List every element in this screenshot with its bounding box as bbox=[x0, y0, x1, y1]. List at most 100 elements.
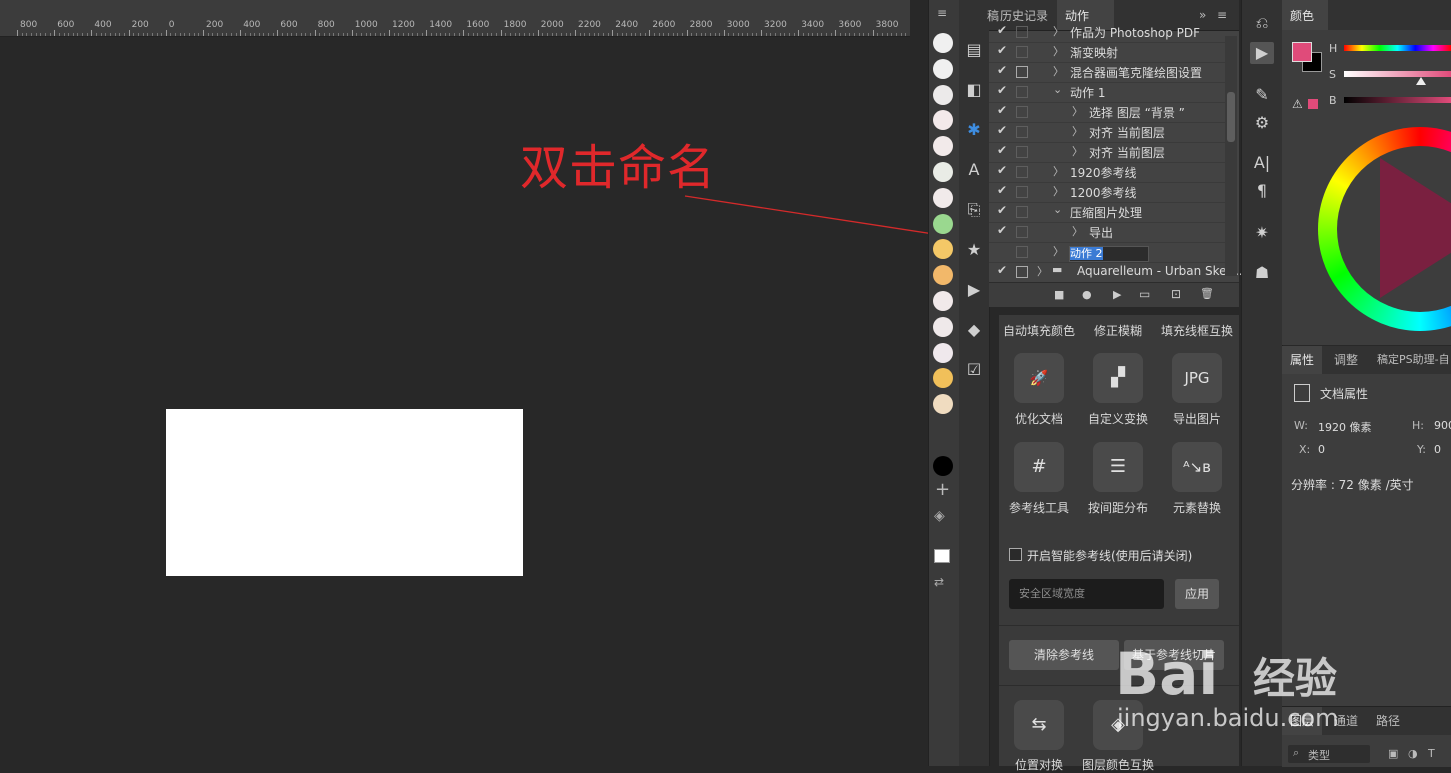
action-name-selection[interactable]: 动作 2 bbox=[1070, 247, 1103, 260]
custom-transform-button[interactable]: ▞ bbox=[1093, 353, 1143, 403]
swap-position-tool[interactable]: ⇆ bbox=[1014, 700, 1064, 750]
new-action-icon[interactable]: ⊡ bbox=[1171, 287, 1181, 301]
clear-guides-button[interactable]: 清除参考线 bbox=[1009, 640, 1119, 670]
delete-icon[interactable]: 🗑 bbox=[1200, 287, 1214, 300]
actions-scrollbar-thumb[interactable] bbox=[1227, 92, 1235, 142]
x-value[interactable]: 0 bbox=[1318, 443, 1325, 456]
color-swatch[interactable] bbox=[933, 342, 953, 363]
toggle-check-icon[interactable]: ✔ bbox=[997, 263, 1007, 277]
h-value[interactable]: 900 bbox=[1434, 419, 1451, 432]
guide-tool-button[interactable]: # bbox=[1014, 442, 1064, 492]
history-icon[interactable]: ☑ bbox=[964, 360, 984, 380]
color-swatch[interactable] bbox=[933, 368, 953, 389]
expand-arrow-icon[interactable]: ⌄ bbox=[1053, 83, 1062, 96]
plugin-icon[interactable]: ✱ bbox=[964, 120, 984, 140]
action-row[interactable]: ✔ 〉对齐 当前图层 bbox=[989, 122, 1225, 143]
color-swatch[interactable] bbox=[933, 316, 953, 337]
expand-arrow-icon[interactable]: 〉 bbox=[1053, 63, 1064, 79]
brush-settings-icon[interactable]: ⚙ bbox=[1250, 112, 1274, 134]
element-replace-button[interactable]: ᴬ↘ʙ bbox=[1172, 442, 1222, 492]
shapes-icon[interactable]: ◧ bbox=[964, 80, 984, 100]
expand-arrow-icon[interactable]: 〉 bbox=[1053, 163, 1064, 179]
favorites-icon[interactable]: ★ bbox=[964, 240, 984, 260]
action-row[interactable]: ✔ 〉 1200参考线 bbox=[989, 182, 1225, 203]
dialog-toggle[interactable] bbox=[1016, 166, 1028, 178]
color-swatch[interactable] bbox=[933, 265, 953, 286]
action-row[interactable]: ✔ 〉对齐 当前图层 bbox=[989, 142, 1225, 163]
glyphs-icon[interactable]: ⎘ bbox=[964, 200, 984, 220]
toggle-check-icon[interactable]: ✔ bbox=[997, 223, 1007, 237]
color-swatch[interactable] bbox=[933, 162, 953, 182]
new-set-icon[interactable]: ▭ bbox=[1139, 287, 1150, 301]
color-swatch[interactable] bbox=[933, 110, 953, 131]
dialog-toggle[interactable] bbox=[1016, 66, 1028, 78]
export-image-button[interactable]: JPG bbox=[1172, 353, 1222, 403]
record-icon[interactable]: ● bbox=[1082, 288, 1092, 301]
w-value[interactable]: 1920 像素 bbox=[1318, 419, 1372, 435]
toggle-check-icon[interactable]: ✔ bbox=[997, 143, 1007, 157]
adjustment-filter-icon[interactable]: ◑ bbox=[1408, 747, 1418, 760]
swap-fill-stroke-button[interactable]: 填充线框互换 bbox=[1161, 322, 1233, 339]
saturation-slider[interactable] bbox=[1344, 71, 1451, 77]
color-swatch[interactable] bbox=[933, 136, 953, 157]
image-filter-icon[interactable]: ▣ bbox=[1388, 747, 1398, 760]
actions-icon[interactable]: ▶ bbox=[964, 280, 984, 300]
tab-paths[interactable]: 路径 bbox=[1368, 707, 1408, 735]
auto-fill-color-button[interactable]: 自动填充颜色 bbox=[1003, 322, 1075, 339]
expand-arrow-icon[interactable]: 〉 bbox=[1053, 43, 1064, 59]
slider-thumb[interactable] bbox=[1416, 77, 1426, 85]
action-row[interactable]: ✔ ⌄ 压缩图片处理 bbox=[989, 202, 1225, 223]
dialog-toggle[interactable] bbox=[1016, 246, 1028, 258]
color-swatch[interactable] bbox=[933, 239, 953, 260]
action-set-row[interactable]: ✔ 〉 ▬ Aquarelleum - Urban Sket... bbox=[989, 262, 1243, 283]
dialog-toggle[interactable] bbox=[1016, 206, 1028, 218]
toggle-check-icon[interactable]: ✔ bbox=[997, 163, 1007, 177]
color-swatch[interactable] bbox=[933, 291, 953, 311]
dialog-toggle[interactable] bbox=[1016, 126, 1028, 138]
safe-area-input[interactable]: 安全区域宽度 bbox=[1009, 579, 1164, 609]
foreground-color-swatch[interactable] bbox=[1292, 42, 1312, 62]
y-value[interactable]: 0 bbox=[1434, 443, 1441, 456]
black-swatch[interactable] bbox=[933, 456, 953, 476]
actions-scrollbar[interactable] bbox=[1225, 36, 1237, 276]
expand-arrow-icon[interactable]: 〉 bbox=[1072, 143, 1083, 159]
layer-filter-select[interactable]: ⌕ 类型 bbox=[1288, 745, 1370, 763]
dialog-toggle[interactable] bbox=[1016, 26, 1028, 38]
toggle-check-icon[interactable]: ✔ bbox=[997, 103, 1007, 117]
toggle-check-icon[interactable]: ✔ bbox=[997, 63, 1007, 77]
action-row[interactable]: ✔ 〉作品为 Photoshop PDF bbox=[989, 22, 1225, 43]
panel-menu-icon[interactable]: ≡ bbox=[1217, 8, 1227, 22]
swap-colors-icon[interactable]: ⇄ bbox=[934, 575, 944, 589]
expand-arrow-icon[interactable]: 〉 bbox=[1053, 183, 1064, 199]
color-swatch[interactable] bbox=[933, 394, 953, 415]
expand-arrow-icon[interactable]: 〉 bbox=[1072, 223, 1083, 239]
toggle-check-icon[interactable]: ✔ bbox=[997, 183, 1007, 197]
dialog-toggle[interactable] bbox=[1016, 226, 1028, 238]
history-panel-icon[interactable]: ⎌ bbox=[1250, 12, 1274, 34]
apply-button[interactable]: 应用 bbox=[1175, 579, 1219, 609]
puppet-icon[interactable]: ☗ bbox=[1250, 262, 1274, 284]
action-row[interactable]: ✔ 〉选择 图层 “背景 ” bbox=[989, 102, 1225, 123]
tab-properties[interactable]: 属性 bbox=[1282, 346, 1323, 374]
expand-arrow-icon[interactable]: 〉 bbox=[1053, 243, 1064, 259]
text-filter-icon[interactable]: T bbox=[1428, 747, 1435, 760]
brush-icon[interactable]: ✎ bbox=[1250, 84, 1274, 106]
expand-arrow-icon[interactable]: 〉 bbox=[1072, 103, 1083, 119]
color-swatch[interactable] bbox=[933, 213, 953, 234]
layers-icon[interactable]: ◈ bbox=[934, 508, 945, 524]
toggle-check-icon[interactable]: ✔ bbox=[997, 203, 1007, 217]
action-row[interactable]: ✔ 〉 1920参考线 bbox=[989, 162, 1225, 183]
optimize-doc-button[interactable]: 🚀 bbox=[1014, 353, 1064, 403]
add-icon[interactable]: + bbox=[935, 479, 950, 500]
fix-blur-button[interactable]: 修正模糊 bbox=[1094, 322, 1142, 339]
character-icon[interactable]: A bbox=[964, 160, 984, 180]
menu-icon[interactable]: ≡ bbox=[937, 6, 947, 20]
no-fill-icon[interactable] bbox=[934, 549, 950, 563]
collapse-icon[interactable]: » bbox=[1199, 8, 1206, 22]
expand-arrow-icon[interactable]: 〉 bbox=[1072, 123, 1083, 139]
tab-color[interactable]: 颜色 bbox=[1282, 0, 1328, 30]
color-triangle[interactable] bbox=[1380, 158, 1451, 298]
color-swatch[interactable] bbox=[933, 58, 953, 79]
distribute-spacing-button[interactable]: ☰ bbox=[1093, 442, 1143, 492]
expand-arrow-icon[interactable]: 〉 bbox=[1053, 23, 1064, 39]
